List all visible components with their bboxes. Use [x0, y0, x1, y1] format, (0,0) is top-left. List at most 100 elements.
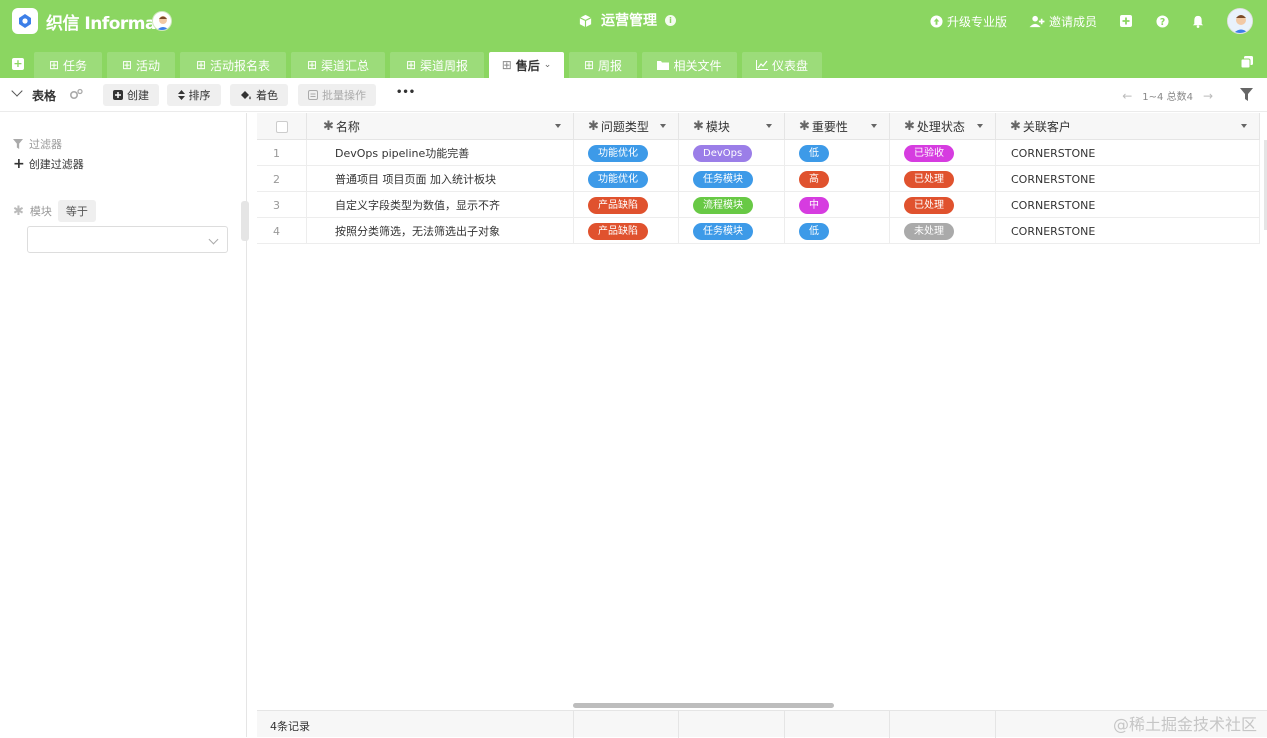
name-cell[interactable]: 普通项目 项目页面 加入统计板块	[307, 166, 574, 192]
caret-down-icon[interactable]	[555, 124, 561, 128]
bell-icon[interactable]	[1191, 14, 1205, 28]
column-header-name[interactable]: ✱ 名称	[307, 113, 574, 140]
status-tag: 已验收	[904, 144, 954, 162]
caret-down-icon[interactable]	[660, 124, 666, 128]
record-count: 4条记录	[270, 720, 310, 733]
filter-field-label: 模块	[29, 205, 52, 218]
copy-icon[interactable]	[1241, 56, 1253, 68]
sidebar-resize-handle[interactable]	[241, 201, 249, 241]
add-tab-icon[interactable]: +	[12, 58, 24, 70]
status-cell[interactable]: 已处理	[890, 166, 996, 192]
table-row[interactable]: 3 自定义字段类型为数值，显示不齐 产品缺陷 流程模块 中 已处理 CORNER…	[257, 192, 1260, 218]
tab-weekly-report[interactable]: ⊞ 周报	[569, 52, 637, 78]
view-name[interactable]: 表格	[32, 87, 56, 104]
settings-icon[interactable]	[69, 88, 84, 101]
tab-activity-signup[interactable]: ⊞ 活动报名表	[180, 52, 286, 78]
column-header-module[interactable]: ✱ 模块	[679, 113, 785, 140]
table-row[interactable]: 1 DevOps pipeline功能完善 功能优化 DevOps 低 已验收 …	[257, 140, 1260, 166]
status-cell[interactable]: 未处理	[890, 218, 996, 244]
customer-cell[interactable]: CORNERSTONE	[996, 218, 1260, 244]
customer-cell[interactable]: CORNERSTONE	[996, 166, 1260, 192]
footer-cell[interactable]	[679, 711, 785, 738]
invite-button[interactable]: 邀请成员	[1029, 13, 1097, 30]
issue-type-tag: 产品缺陷	[588, 196, 648, 214]
required-asterisk-icon: ✱	[904, 119, 915, 134]
more-icon[interactable]: •••	[396, 87, 415, 98]
module-cell[interactable]: DevOps	[679, 140, 785, 166]
user-avatar[interactable]	[1227, 8, 1253, 34]
footer-cell[interactable]	[574, 711, 679, 738]
user-avatar-small[interactable]	[152, 11, 172, 31]
help-icon[interactable]: ?	[1155, 14, 1169, 28]
batch-operation-button[interactable]: 批量操作	[298, 84, 376, 106]
column-header-issue-type[interactable]: ✱ 问题类型	[574, 113, 679, 140]
module-cell[interactable]: 流程模块	[679, 192, 785, 218]
priority-cell[interactable]: 高	[785, 166, 890, 192]
status-cell[interactable]: 已验收	[890, 140, 996, 166]
collapse-chevron-icon[interactable]	[11, 85, 23, 97]
table-icon: ⊞	[306, 58, 318, 72]
select-all-checkbox[interactable]	[275, 120, 288, 133]
module-cell[interactable]: 任务模块	[679, 166, 785, 192]
tab-after-sales[interactable]: ⊞ 售后 ⌄	[489, 52, 564, 78]
table-row[interactable]: 4 按照分类筛选，无法筛选出子对象 产品缺陷 任务模块 低 未处理 CORNER…	[257, 218, 1260, 244]
tab-channel-weekly[interactable]: ⊞ 渠道周报	[390, 52, 484, 78]
status-tag: 已处理	[904, 170, 954, 188]
priority-tag: 中	[799, 196, 829, 214]
filter-operator[interactable]: 等于	[57, 200, 96, 222]
required-asterisk-icon: ✱	[693, 119, 704, 134]
issue-type-cell[interactable]: 功能优化	[574, 140, 679, 166]
tab-related-files[interactable]: 相关文件	[642, 52, 737, 78]
create-filter-button[interactable]: + 创建过滤器	[13, 156, 84, 172]
column-header-status[interactable]: ✱ 处理状态	[890, 113, 996, 140]
name-cell[interactable]: 自定义字段类型为数值，显示不齐	[307, 192, 574, 218]
add-icon[interactable]	[1119, 14, 1133, 28]
column-header-priority[interactable]: ✱ 重要性	[785, 113, 890, 140]
upgrade-button[interactable]: 升级专业版	[930, 13, 1007, 30]
create-button[interactable]: 创建	[103, 84, 159, 106]
footer-cell[interactable]	[890, 711, 996, 738]
info-icon[interactable]: i	[665, 14, 676, 26]
table-icon: ⊞	[405, 58, 417, 72]
footer-cell[interactable]	[785, 711, 890, 738]
plus-square-icon	[113, 90, 123, 100]
table-icon: ⊞	[583, 58, 595, 72]
upgrade-label: 升级专业版	[946, 14, 1007, 29]
caret-down-icon[interactable]	[1241, 124, 1247, 128]
color-button[interactable]: 着色	[230, 84, 288, 106]
cube-icon	[579, 14, 592, 27]
table-icon: ⊞	[48, 58, 60, 72]
customer-cell[interactable]: CORNERSTONE	[996, 192, 1260, 218]
priority-cell[interactable]: 低	[785, 218, 890, 244]
table-row[interactable]: 2 普通项目 项目页面 加入统计板块 功能优化 任务模块 高 已处理 CORNE…	[257, 166, 1260, 192]
tab-tasks[interactable]: ⊞ 任务	[34, 52, 102, 78]
workspace-title[interactable]: 运营管理 i	[578, 10, 676, 30]
issue-type-cell[interactable]: 产品缺陷	[574, 192, 679, 218]
sort-button[interactable]: 排序	[167, 84, 221, 106]
next-page-icon[interactable]: →	[1203, 89, 1213, 103]
horizontal-scrollbar[interactable]	[573, 703, 834, 708]
issue-type-cell[interactable]: 产品缺陷	[574, 218, 679, 244]
app-name: 织信 Informat	[46, 13, 164, 34]
name-cell[interactable]: 按照分类筛选，无法筛选出子对象	[307, 218, 574, 244]
row-number: 4	[273, 224, 280, 238]
priority-cell[interactable]: 低	[785, 140, 890, 166]
filter-icon[interactable]	[1240, 88, 1253, 101]
customer-cell[interactable]: CORNERSTONE	[996, 140, 1260, 166]
tab-activity[interactable]: ⊞ 活动	[107, 52, 175, 78]
tab-channel-summary[interactable]: ⊞ 渠道汇总	[291, 52, 385, 78]
filter-value-select[interactable]	[27, 226, 228, 253]
priority-cell[interactable]: 中	[785, 192, 890, 218]
caret-down-icon[interactable]	[766, 124, 772, 128]
caret-down-icon[interactable]	[871, 124, 877, 128]
module-cell[interactable]: 任务模块	[679, 218, 785, 244]
prev-page-icon[interactable]: ←	[1122, 89, 1132, 103]
status-cell[interactable]: 已处理	[890, 192, 996, 218]
caret-down-icon[interactable]	[977, 124, 983, 128]
name-cell[interactable]: DevOps pipeline功能完善	[307, 140, 574, 166]
tab-dashboard[interactable]: 仪表盘	[742, 52, 822, 78]
app-logo[interactable]: 织信 Informat	[12, 8, 164, 34]
column-header-customer[interactable]: ✱ 关联客户	[996, 113, 1260, 140]
color-label: 着色	[256, 89, 278, 102]
issue-type-cell[interactable]: 功能优化	[574, 166, 679, 192]
